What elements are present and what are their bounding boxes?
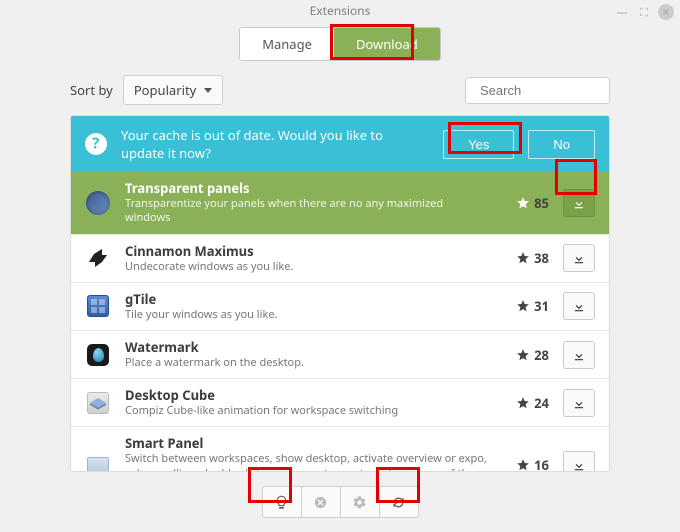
- remove-button[interactable]: [301, 486, 341, 518]
- extension-body: Desktop CubeCompiz Cube-like animation f…: [125, 387, 487, 418]
- download-button[interactable]: [563, 389, 595, 417]
- extension-list: ? Your cache is out of date. Would you l…: [70, 115, 610, 472]
- window-controls: — ⛶ ✕: [614, 4, 674, 20]
- sort-label: Sort by: [70, 81, 113, 99]
- extension-desc: Tile your windows as you like.: [125, 308, 487, 322]
- extensions-window: Extensions — ⛶ ✕ Manage Download Sort by…: [0, 0, 680, 532]
- sort-value: Popularity: [134, 81, 196, 99]
- toolbar: Sort by Popularity: [0, 75, 680, 115]
- extension-body: Cinnamon MaximusUndecorate windows as yo…: [125, 243, 487, 274]
- close-button[interactable]: ✕: [658, 4, 674, 20]
- chevron-down-icon: [204, 88, 212, 93]
- extension-title: Smart Panel: [125, 435, 487, 452]
- banner-yes-button[interactable]: Yes: [443, 130, 514, 159]
- gear-icon: [352, 495, 367, 510]
- info-button[interactable]: [262, 486, 302, 518]
- search-input[interactable]: [480, 83, 656, 98]
- banner-no-button[interactable]: No: [528, 130, 595, 159]
- banner-text: Your cache is out of date. Would you lik…: [121, 126, 429, 162]
- extension-body: Smart PanelSwitch between workspaces, sh…: [125, 435, 487, 472]
- extension-row[interactable]: Desktop CubeCompiz Cube-like animation f…: [71, 378, 609, 426]
- extension-body: gTileTile your windows as you like.: [125, 291, 487, 322]
- star-count: 16: [501, 456, 549, 472]
- minimize-button[interactable]: —: [614, 4, 630, 20]
- tab-group: Manage Download: [239, 27, 441, 61]
- download-button[interactable]: [563, 451, 595, 472]
- extension-title: gTile: [125, 291, 487, 308]
- extension-desc: Switch between workspaces, show desktop,…: [125, 452, 487, 472]
- extension-body: WatermarkPlace a watermark on the deskto…: [125, 339, 487, 370]
- extension-icon: [85, 245, 111, 271]
- star-count: 28: [501, 346, 549, 364]
- extension-icon: [85, 342, 111, 368]
- extension-title: Desktop Cube: [125, 387, 487, 404]
- download-button[interactable]: [563, 244, 595, 272]
- extension-desc: Compiz Cube-like animation for workspace…: [125, 404, 487, 418]
- download-button[interactable]: [563, 189, 595, 217]
- tab-download[interactable]: Download: [334, 28, 440, 60]
- star-count: 38: [501, 249, 549, 267]
- extension-icon: [85, 293, 111, 319]
- extension-desc: Undecorate windows as you like.: [125, 260, 487, 274]
- star-count: 24: [501, 394, 549, 412]
- download-button[interactable]: [563, 292, 595, 320]
- settings-button[interactable]: [340, 486, 380, 518]
- search-input-container[interactable]: [465, 77, 610, 104]
- tab-bar: Manage Download: [0, 21, 680, 75]
- lightbulb-icon: [274, 495, 289, 510]
- extension-icon: [85, 390, 111, 416]
- extension-title: Transparent panels: [125, 180, 487, 197]
- star-count: 31: [501, 297, 549, 315]
- extension-row[interactable]: Cinnamon MaximusUndecorate windows as yo…: [71, 234, 609, 282]
- extension-body: Transparent panelsTransparentize your pa…: [125, 180, 487, 225]
- bottom-toolbar: [0, 472, 680, 532]
- sort-dropdown[interactable]: Popularity: [123, 75, 223, 105]
- download-button[interactable]: [563, 341, 595, 369]
- star-count: 85: [501, 194, 549, 212]
- maximize-button[interactable]: ⛶: [636, 4, 652, 20]
- cache-banner: ? Your cache is out of date. Would you l…: [71, 116, 609, 172]
- extension-row[interactable]: WatermarkPlace a watermark on the deskto…: [71, 330, 609, 378]
- refresh-icon: [391, 495, 406, 510]
- help-icon: ?: [80, 129, 111, 160]
- extension-icon: [85, 452, 111, 472]
- refresh-button[interactable]: [379, 486, 419, 518]
- remove-icon: [313, 495, 328, 510]
- extension-row[interactable]: gTileTile your windows as you like. 31: [71, 282, 609, 330]
- extension-title: Watermark: [125, 339, 487, 356]
- extension-row[interactable]: Smart PanelSwitch between workspaces, sh…: [71, 426, 609, 472]
- extension-icon: [85, 190, 111, 216]
- window-title: Extensions: [310, 2, 371, 19]
- tab-manage[interactable]: Manage: [240, 28, 334, 60]
- extension-desc: Transparentize your panels when there ar…: [125, 197, 487, 226]
- extension-row[interactable]: Transparent panelsTransparentize your pa…: [71, 172, 609, 233]
- titlebar: Extensions — ⛶ ✕: [0, 0, 680, 21]
- extension-desc: Place a watermark on the desktop.: [125, 356, 487, 370]
- extension-title: Cinnamon Maximus: [125, 243, 487, 260]
